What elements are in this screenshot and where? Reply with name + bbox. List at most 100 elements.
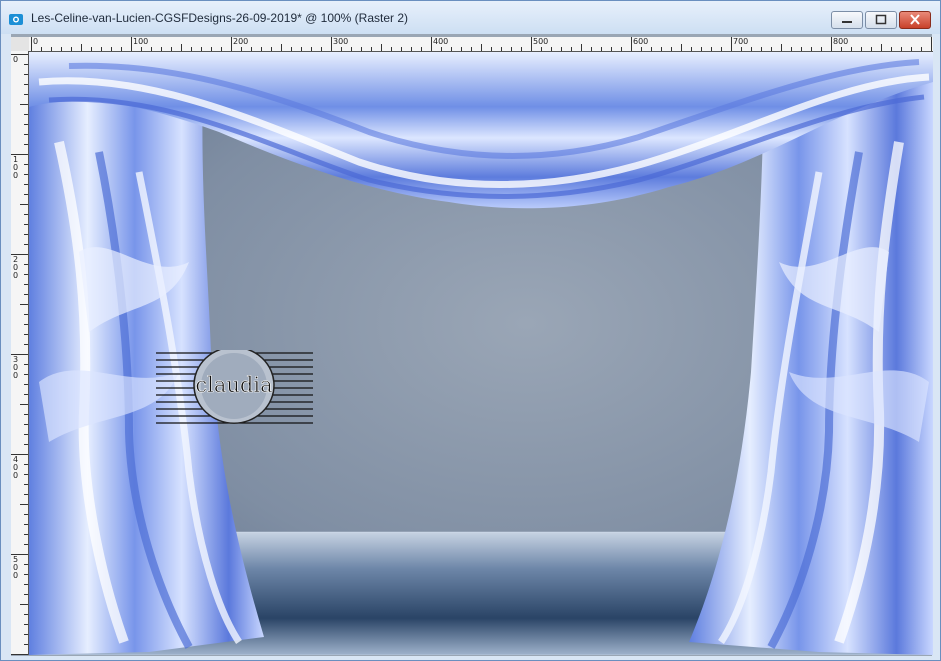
ruler-tick: [261, 47, 262, 51]
ruler-label: 600: [633, 37, 649, 46]
ruler-tick: [751, 47, 752, 51]
ruler-tick: [24, 364, 28, 365]
ruler-label: 500: [533, 37, 549, 46]
ruler-tick: [401, 47, 402, 51]
ruler-label: 400: [433, 37, 449, 46]
ruler-tick: [911, 47, 912, 51]
ruler-tick: [451, 47, 452, 51]
ruler-tick: [24, 344, 28, 345]
ruler-tick: [24, 284, 28, 285]
ruler-tick: [621, 47, 622, 51]
ruler-tick: [24, 424, 28, 425]
ruler-tick: [11, 654, 28, 655]
ruler-tick: [421, 47, 422, 51]
ruler-tick: [20, 304, 28, 305]
ruler-tick: [571, 47, 572, 51]
ruler-tick: [51, 47, 52, 51]
ruler-tick: [171, 47, 172, 51]
ruler-label: 500: [13, 555, 19, 580]
ruler-tick: [31, 37, 32, 51]
ruler-tick: [581, 44, 582, 51]
ruler-tick: [231, 37, 232, 51]
ruler-tick: [151, 47, 152, 51]
ruler-tick: [24, 594, 28, 595]
ruler-label: 100: [133, 37, 149, 46]
ruler-tick: [461, 47, 462, 51]
ruler-tick: [24, 134, 28, 135]
ruler-label: 800: [833, 37, 849, 46]
ruler-tick: [681, 44, 682, 51]
ruler-tick: [24, 234, 28, 235]
ruler-tick: [24, 224, 28, 225]
ruler-label: 200: [233, 37, 249, 46]
ruler-tick: [91, 47, 92, 51]
ruler-tick: [20, 604, 28, 605]
ruler-tick: [24, 324, 28, 325]
ruler-tick: [24, 384, 28, 385]
ruler-tick: [931, 37, 932, 51]
ruler-tick: [24, 144, 28, 145]
ruler-tick: [531, 37, 532, 51]
ruler-label: 300: [13, 355, 19, 380]
ruler-tick: [631, 37, 632, 51]
watermark-stamp: claudia: [156, 350, 313, 424]
ruler-tick: [811, 47, 812, 51]
ruler-tick: [251, 47, 252, 51]
ruler-tick: [471, 47, 472, 51]
ruler-tick: [121, 47, 122, 51]
ruler-tick: [141, 47, 142, 51]
ruler-tick: [24, 434, 28, 435]
ruler-tick: [24, 614, 28, 615]
close-button[interactable]: [899, 11, 931, 29]
title-bar[interactable]: Les-Celine-van-Lucien-CGSFDesigns-26-09-…: [1, 1, 940, 34]
ruler-tick: [511, 47, 512, 51]
ruler-tick: [301, 47, 302, 51]
ruler-label: 0: [33, 37, 39, 46]
ruler-tick: [24, 644, 28, 645]
ruler-tick: [24, 214, 28, 215]
ruler-tick: [161, 47, 162, 51]
ruler-tick: [24, 444, 28, 445]
ruler-tick: [791, 47, 792, 51]
ruler-tick: [341, 47, 342, 51]
ruler-tick: [351, 47, 352, 51]
watermark-text: claudia: [195, 373, 272, 397]
ruler-tick: [291, 47, 292, 51]
ruler-tick: [24, 164, 28, 165]
ruler-tick: [61, 47, 62, 51]
camera-icon: [9, 14, 23, 25]
maximize-icon: [875, 14, 887, 25]
ruler-tick: [24, 124, 28, 125]
ruler-tick: [41, 47, 42, 51]
ruler-tick: [721, 47, 722, 51]
ruler-tick: [921, 47, 922, 51]
maximize-button[interactable]: [865, 11, 897, 29]
ruler-tick: [24, 584, 28, 585]
ruler-tick: [391, 47, 392, 51]
ruler-tick: [591, 47, 592, 51]
minimize-button[interactable]: [831, 11, 863, 29]
ruler-tick: [701, 47, 702, 51]
image-canvas[interactable]: claudia: [29, 52, 933, 655]
ruler-tick: [541, 47, 542, 51]
ruler-tick: [801, 47, 802, 51]
close-icon: [910, 14, 920, 25]
ruler-label: 200: [13, 255, 19, 280]
ruler-tick: [24, 314, 28, 315]
ruler-label: 100: [13, 155, 19, 180]
ruler-tick: [20, 104, 28, 105]
ruler-tick: [24, 264, 28, 265]
ruler-tick: [101, 47, 102, 51]
ruler-tick: [24, 484, 28, 485]
ruler-tick: [81, 44, 82, 51]
ruler-tick: [901, 47, 902, 51]
ruler-tick: [691, 47, 692, 51]
ruler-tick: [521, 47, 522, 51]
ruler-tick: [241, 47, 242, 51]
ruler-tick: [481, 44, 482, 51]
ruler-tick: [321, 47, 322, 51]
ruler-tick: [201, 47, 202, 51]
ruler-label: 0: [13, 55, 19, 64]
ruler-tick: [71, 47, 72, 51]
ruler-tick: [661, 47, 662, 51]
